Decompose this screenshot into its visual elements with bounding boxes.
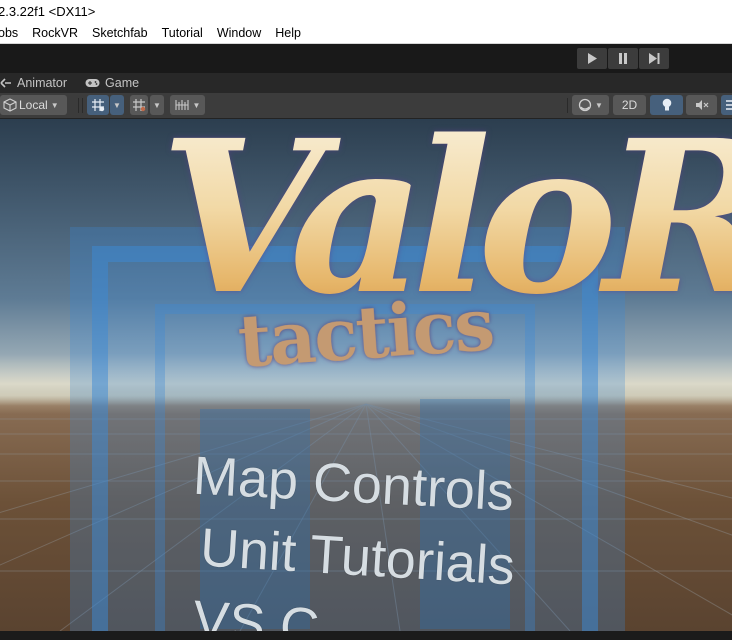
window-title: 2.3.22f1 <DX11> — [0, 4, 96, 19]
menu-item-window[interactable]: Window — [210, 26, 268, 40]
menu-item-sketchfab[interactable]: Sketchfab — [85, 26, 155, 40]
grid-visibility-dropdown[interactable]: ▼ — [150, 95, 164, 115]
playmode-controls — [577, 48, 669, 69]
effects-toggle[interactable] — [721, 95, 732, 115]
pause-icon — [619, 53, 627, 64]
play-icon — [588, 53, 597, 64]
tab-game[interactable]: Game — [85, 73, 149, 93]
tab-game-label: Game — [105, 76, 140, 90]
menu-bar: obs RockVR Sketchfab Tutorial Window Hel… — [0, 23, 732, 44]
menu-item-jobs[interactable]: obs — [0, 26, 25, 40]
menu-item-rockvr[interactable]: RockVR — [25, 26, 85, 40]
grid-snap-icon — [92, 99, 105, 112]
chevron-down-icon: ▼ — [153, 100, 161, 110]
increment-snap-dropdown[interactable]: ▼ — [170, 95, 205, 115]
cube-icon — [3, 98, 17, 112]
chevron-down-icon: ▼ — [192, 100, 201, 110]
light-bulb-icon — [662, 98, 671, 111]
mode-2d-toggle[interactable]: 2D — [613, 95, 646, 115]
menu-option-vs[interactable]: VS C — [191, 590, 321, 631]
lighting-toggle[interactable] — [650, 95, 683, 115]
game-logo-subtitle: tactics — [235, 281, 496, 384]
toolbar-separator — [567, 98, 568, 113]
play-toolbar — [0, 44, 732, 73]
toolbar-separator — [82, 98, 83, 113]
tab-animator-label: Animator — [17, 76, 68, 90]
chevron-down-icon: ▼ — [113, 100, 121, 110]
shading-sphere-icon — [578, 98, 592, 112]
toolbar-separator — [78, 98, 79, 113]
grid-visibility-toggle[interactable] — [130, 95, 148, 115]
tab-animator[interactable]: Animator — [0, 73, 77, 93]
unity-editor-window: 2.3.22f1 <DX11> obs RockVR Sketchfab Tut… — [0, 0, 732, 640]
chevron-down-icon: ▼ — [595, 100, 603, 110]
play-button[interactable] — [577, 48, 607, 69]
gamepad-icon — [85, 79, 100, 87]
grid-snap-dropdown[interactable]: ▼ — [110, 95, 124, 115]
window-tab-bar: Animator Game — [0, 73, 732, 93]
scene-view[interactable]: ValoR tactics Map Controls Unit Tutorial… — [0, 119, 732, 631]
chevron-down-icon: ▼ — [50, 100, 59, 110]
menu-item-help[interactable]: Help — [268, 26, 308, 40]
menu-item-tutorial[interactable]: Tutorial — [155, 26, 210, 40]
bottom-border — [0, 631, 732, 640]
increment-snap-icon — [174, 100, 189, 110]
scene-toolbar: Local ▼ ▼ ▼ ▼ ▼ 2D — [0, 93, 732, 119]
grid-snap-toggle[interactable] — [87, 95, 109, 115]
audio-toggle[interactable] — [686, 95, 717, 115]
draw-mode-dropdown[interactable]: ▼ — [572, 95, 609, 115]
step-forward-icon — [648, 53, 659, 64]
grid-icon — [133, 99, 146, 112]
title-bar: 2.3.22f1 <DX11> — [0, 0, 732, 23]
pause-button[interactable] — [608, 48, 638, 69]
effects-icon — [726, 100, 732, 110]
audio-muted-icon — [695, 100, 708, 110]
mode-2d-label: 2D — [621, 98, 638, 112]
pivot-rotation-label: Local — [19, 98, 48, 112]
step-button[interactable] — [639, 48, 669, 69]
animator-icon — [0, 78, 11, 88]
pivot-rotation-dropdown[interactable]: Local ▼ — [0, 95, 67, 115]
